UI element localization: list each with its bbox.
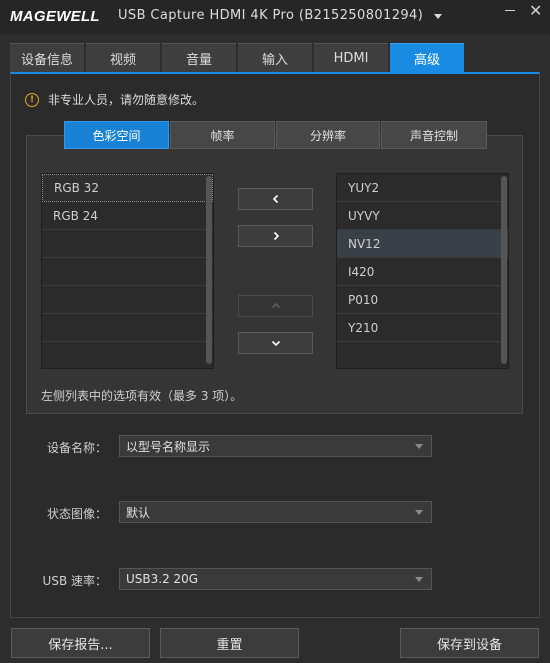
magewell-logo: MAGEWELL bbox=[10, 8, 100, 25]
close-icon[interactable]: ✕ bbox=[529, 1, 542, 20]
tab-volume[interactable]: 音量 bbox=[162, 43, 236, 72]
list-item[interactable]: UYVY bbox=[337, 202, 508, 230]
move-left-button[interactable] bbox=[238, 188, 313, 210]
title-bar: MAGEWELL USB Capture HDMI 4K Pro (B21525… bbox=[0, 0, 550, 34]
chevron-right-icon bbox=[273, 231, 279, 241]
list-hint: 左侧列表中的选项有效（最多 3 项）。 bbox=[41, 389, 243, 403]
warning-icon: ! bbox=[25, 92, 39, 107]
warning-text: 非专业人员，请勿随意修改。 bbox=[48, 93, 205, 107]
chevron-down-icon bbox=[415, 510, 423, 515]
usb-speed-select[interactable]: USB3.2 20G bbox=[119, 568, 432, 590]
save-report-button[interactable]: 保存报告... bbox=[11, 628, 150, 658]
move-up-button[interactable] bbox=[238, 295, 313, 317]
move-down-button[interactable] bbox=[238, 332, 313, 354]
subtab-resolution[interactable]: 分辨率 bbox=[276, 121, 380, 149]
list-item[interactable] bbox=[42, 342, 213, 370]
list-item[interactable]: RGB 24 bbox=[42, 202, 213, 230]
chevron-down-icon bbox=[415, 577, 423, 582]
reset-button[interactable]: 重置 bbox=[160, 628, 299, 658]
minimize-icon[interactable] bbox=[505, 10, 515, 11]
subtab-color-space[interactable]: 色彩空间 bbox=[64, 121, 169, 149]
status-image-label: 状态图像： bbox=[46, 507, 107, 521]
window-title: USB Capture HDMI 4K Pro (B215250801294) bbox=[118, 8, 424, 23]
usb-speed-value: USB3.2 20G bbox=[126, 572, 199, 586]
right-list-scrollbar[interactable] bbox=[501, 176, 507, 364]
device-name-value: 以型号名称显示 bbox=[126, 439, 211, 454]
tab-hdmi[interactable]: HDMI bbox=[314, 43, 388, 72]
list-item[interactable] bbox=[42, 230, 213, 258]
subtab-audio-control[interactable]: 声音控制 bbox=[381, 121, 487, 149]
list-item[interactable]: Y210 bbox=[337, 314, 508, 342]
chevron-down-icon bbox=[271, 340, 280, 347]
list-item[interactable]: I420 bbox=[337, 258, 508, 286]
save-to-device-button[interactable]: 保存到设备 bbox=[400, 628, 539, 658]
status-image-value: 默认 bbox=[126, 505, 151, 520]
device-name-label: 设备名称： bbox=[46, 441, 107, 455]
status-image-select[interactable]: 默认 bbox=[119, 501, 432, 523]
main-tabs: 设备信息 视频 音量 输入 HDMI 高级 bbox=[10, 43, 466, 72]
sub-tabs: 色彩空间 帧率 分辨率 声音控制 bbox=[64, 121, 488, 149]
usb-speed-label: USB 速率： bbox=[42, 574, 107, 588]
available-format-list[interactable]: YUY2 UYVY NV12 I420 P010 Y210 bbox=[336, 173, 509, 369]
chevron-down-icon bbox=[415, 444, 423, 449]
enabled-format-list[interactable]: RGB 32 RGB 24 bbox=[41, 173, 214, 369]
tab-advanced[interactable]: 高级 bbox=[390, 43, 464, 72]
list-item[interactable] bbox=[42, 286, 213, 314]
list-item[interactable]: P010 bbox=[337, 286, 508, 314]
warning-message: ! 非专业人员，请勿随意修改。 bbox=[25, 91, 204, 108]
device-name-select[interactable]: 以型号名称显示 bbox=[119, 435, 432, 457]
list-item[interactable]: RGB 32 bbox=[42, 174, 213, 202]
list-item[interactable]: NV12 bbox=[337, 230, 508, 258]
chevron-up-icon bbox=[271, 302, 280, 309]
list-item[interactable] bbox=[337, 342, 508, 370]
tab-device-info[interactable]: 设备信息 bbox=[10, 43, 84, 72]
list-item[interactable] bbox=[42, 314, 213, 342]
subtab-frame-rate[interactable]: 帧率 bbox=[170, 121, 275, 149]
move-right-button[interactable] bbox=[238, 225, 313, 247]
list-item[interactable] bbox=[42, 258, 213, 286]
tab-video[interactable]: 视频 bbox=[86, 43, 160, 72]
left-list-scrollbar[interactable] bbox=[206, 176, 212, 364]
chevron-left-icon bbox=[272, 194, 278, 204]
device-dropdown-caret-icon[interactable] bbox=[434, 14, 442, 19]
list-item[interactable]: YUY2 bbox=[337, 174, 508, 202]
tab-input[interactable]: 输入 bbox=[238, 43, 312, 72]
